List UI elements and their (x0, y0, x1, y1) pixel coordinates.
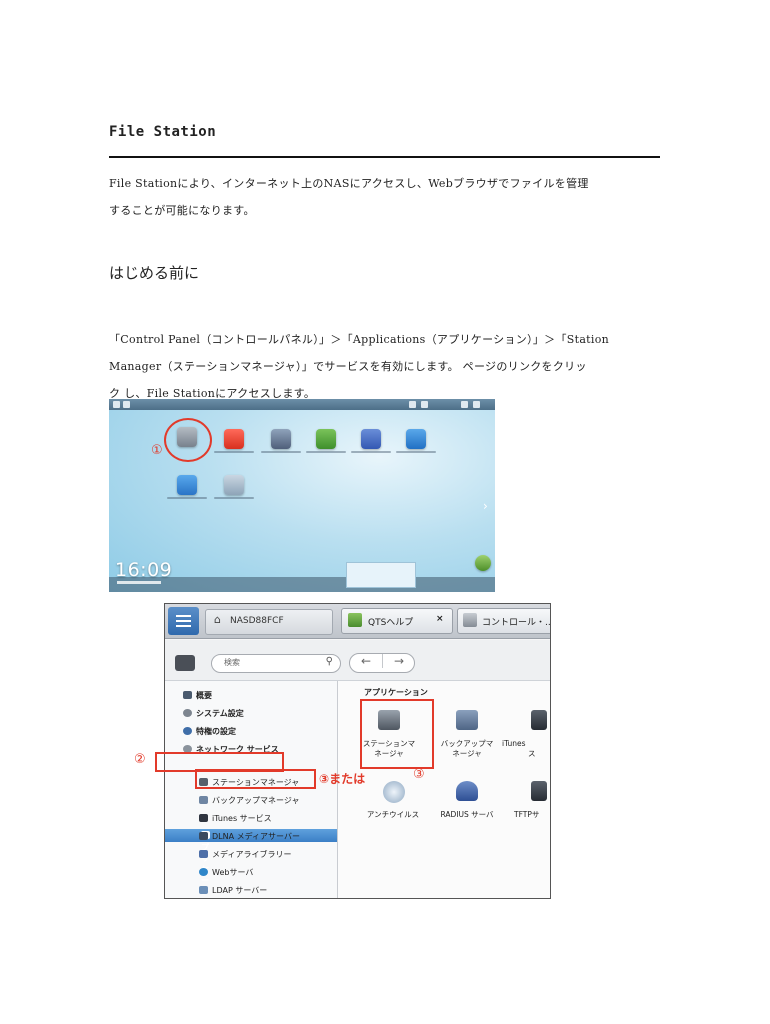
section-title: アプリケーション (364, 688, 428, 697)
help-icon (348, 613, 362, 627)
app-label[interactable]: アンチウイルス (358, 810, 428, 820)
chevron-right-icon[interactable]: › (483, 499, 488, 513)
section-heading: はじめる前に (109, 264, 200, 282)
back-button[interactable]: ← (350, 654, 382, 668)
intro-line: File Stationにより、インターネット上のNASにアクセスし、Webブラ… (109, 177, 589, 190)
forward-button[interactable]: → (382, 654, 415, 668)
home-tab[interactable]: ⌂ NASD88FCF (205, 609, 333, 635)
media-library-icon (199, 850, 208, 858)
home-icon: ⌂ (214, 613, 221, 626)
notification-box (346, 562, 416, 588)
backup-icon[interactable] (456, 710, 478, 730)
steps-line: 「Control Panel（コントロールパネル）」＞「Applications… (109, 333, 610, 346)
desktop-date (117, 581, 161, 584)
callout-number-or: ③または (319, 772, 366, 786)
radius-icon[interactable] (456, 781, 478, 801)
gear-icon (463, 613, 477, 627)
sync-icon[interactable] (406, 429, 426, 449)
globe-icon (199, 868, 208, 876)
home-icon (123, 401, 130, 408)
menu-icon (113, 401, 120, 408)
menu-icon[interactable] (168, 607, 199, 635)
user-icon (183, 727, 192, 735)
dlna-icon (199, 832, 208, 840)
download-station-icon[interactable] (316, 429, 336, 449)
app-label[interactable]: バックアップマ ネージャ (432, 739, 502, 759)
toolbar: 検索 ⚲ ← → (165, 640, 550, 681)
app-label (396, 451, 436, 453)
app-label[interactable]: iTunes ス (502, 739, 550, 759)
overview-icon (183, 691, 192, 699)
app-label[interactable]: TFTPサ (514, 810, 550, 820)
tab-label: QTSヘルプ (368, 618, 414, 628)
dashboard-icon[interactable] (475, 555, 491, 571)
callout-circle (164, 418, 212, 462)
tab-label: コントロール・... (482, 618, 551, 628)
steps-paragraph: 「Control Panel（コントロールパネル）」＞「Applications… (109, 326, 669, 407)
desktop-screenshot: ① › 16:09 (109, 399, 495, 592)
intro-line: することが可能になります。 (109, 204, 255, 217)
sidebar-item-backup-manager[interactable]: バックアップマネージャ (199, 795, 299, 806)
sidebar: 概要 システム設定 特権の設定 ネットワーク サービス アプリケーション ステー… (165, 681, 338, 898)
sidebar-item-ldap[interactable]: LDAP サーバー (199, 885, 267, 896)
history-nav: ← → (349, 653, 415, 673)
sidebar-item-itunes[interactable]: iTunes サービス (199, 813, 272, 824)
search-input[interactable]: 検索 ⚲ (211, 654, 341, 673)
sidebar-item-system-settings[interactable]: システム設定 (183, 708, 244, 719)
itunes-icon (199, 814, 208, 822)
antivirus-icon[interactable] (224, 475, 244, 495)
sidebar-item-media-library[interactable]: メディアライブラリー (199, 849, 291, 860)
callout-box-station-manager-app (360, 699, 434, 769)
app-center-icon[interactable] (361, 429, 381, 449)
tab-control-panel[interactable]: コントロール・... (457, 608, 551, 634)
itunes-icon[interactable] (531, 710, 547, 730)
backup-icon[interactable] (271, 429, 291, 449)
desktop-top-bar (109, 399, 495, 410)
file-station-icon[interactable] (224, 429, 244, 449)
desktop-clock: 16:09 (115, 559, 173, 581)
search-placeholder: 検索 (224, 658, 240, 667)
callout-number: ① (151, 443, 163, 458)
sidebar-item-overview[interactable]: 概要 (183, 690, 212, 701)
info-icon (473, 401, 480, 408)
antivirus-icon[interactable] (383, 781, 405, 803)
app-label (351, 451, 391, 453)
app-label (214, 497, 254, 499)
app-label (167, 497, 207, 499)
grid-view-icon[interactable] (175, 655, 195, 671)
user-icon (421, 401, 428, 408)
app-label (214, 451, 254, 453)
tftp-icon[interactable] (531, 781, 547, 801)
app-label (261, 451, 301, 453)
close-icon[interactable]: × (436, 614, 444, 624)
app-label[interactable]: RADIUS サーバ (432, 810, 502, 820)
ldap-icon (199, 886, 208, 894)
sidebar-item-privilege[interactable]: 特権の設定 (183, 726, 236, 737)
document-title: File Station (109, 124, 217, 140)
tray-icon (409, 401, 416, 408)
callout-number: ② (134, 752, 146, 767)
sidebar-item-web-server[interactable]: Webサーバ (199, 867, 253, 878)
steps-line: Manager（ステーションマネージャ）」でサービスを有効にします。 ページのリ… (109, 360, 587, 373)
callout-box-station-manager (195, 769, 316, 789)
tab-qts-help[interactable]: QTSヘルプ × (341, 608, 453, 634)
intro-paragraph: File Stationにより、インターネット上のNASにアクセスし、Webブラ… (109, 170, 669, 224)
gear-icon (183, 709, 192, 717)
backup-icon (199, 796, 208, 804)
search-icon: ⚲ (325, 656, 333, 667)
title-divider (109, 156, 660, 158)
home-label: NASD88FCF (230, 616, 284, 626)
search-icon (461, 401, 468, 408)
callout-number: ③ (413, 767, 425, 782)
app-label (306, 451, 346, 453)
photo-station-icon[interactable] (177, 475, 197, 495)
sidebar-item-dlna[interactable]: DLNA メディアサーバー (199, 831, 300, 842)
control-panel-screenshot: ⌂ NASD88FCF QTSヘルプ × コントロール・... 検索 ⚲ ← →… (164, 603, 551, 899)
